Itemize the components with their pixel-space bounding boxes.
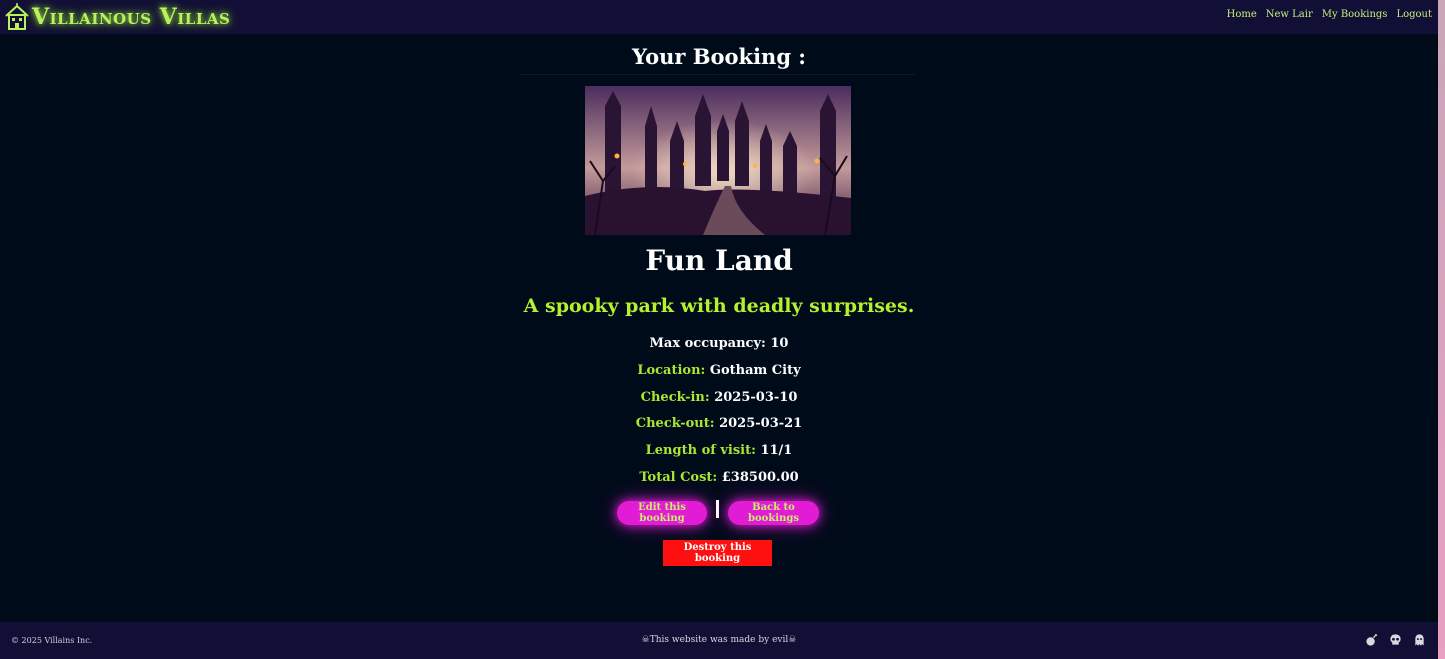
- brand-logo[interactable]: Villainous Villas: [4, 2, 230, 32]
- scrollbar[interactable]: [1438, 0, 1445, 659]
- location-label: Location:: [637, 363, 706, 378]
- ghost-icon[interactable]: [1413, 633, 1426, 647]
- checkout-value: 2025-03-21: [719, 416, 803, 431]
- spooky-castle-image: [585, 86, 851, 235]
- button-separator: [716, 500, 719, 518]
- detail-max-occupancy: Max occupancy: 10: [0, 336, 1438, 351]
- checkin-value: 2025-03-10: [714, 390, 798, 405]
- nav-logout[interactable]: Logout: [1396, 9, 1432, 20]
- nav-home[interactable]: Home: [1227, 9, 1257, 20]
- haunted-house-icon: [5, 3, 29, 30]
- navbar: Villainous Villas Home New Lair My Booki…: [0, 0, 1438, 34]
- booking-detail: Your Booking : Fun Land A spooky park wi…: [0, 34, 1438, 622]
- detail-total-cost: Total Cost: £38500.00: [0, 470, 1438, 485]
- nav-my-bookings[interactable]: My Bookings: [1322, 9, 1388, 20]
- bomb-icon[interactable]: [1365, 633, 1378, 647]
- length-label: Length of visit:: [645, 443, 756, 458]
- skull-icon[interactable]: [1389, 633, 1402, 647]
- total-label: Total Cost:: [639, 470, 718, 485]
- nav-links: Home New Lair My Bookings Logout: [1227, 9, 1432, 20]
- detail-checkout: Check-out: 2025-03-21: [0, 416, 1438, 431]
- detail-location: Location: Gotham City: [0, 363, 1438, 378]
- lair-name: Fun Land: [645, 244, 793, 277]
- page-title: Your Booking :: [631, 44, 807, 69]
- edit-booking-button[interactable]: Edit this booking: [617, 501, 707, 525]
- lair-description: A spooky park with deadly surprises.: [523, 295, 915, 317]
- footer: © 2025 Villains Inc. ☠This website was m…: [0, 622, 1438, 659]
- total-value: £38500.00: [721, 470, 799, 485]
- checkout-label: Check-out:: [635, 416, 715, 431]
- made-by-text: ☠This website was made by evil☠: [641, 635, 797, 645]
- detail-length: Length of visit: 11/1: [0, 443, 1438, 458]
- detail-checkin: Check-in: 2025-03-10: [0, 390, 1438, 405]
- length-value: 11/1: [760, 443, 793, 458]
- max-occupancy-value: 10: [770, 336, 789, 351]
- brand-name[interactable]: Villainous Villas: [32, 4, 230, 30]
- location-value: Gotham City: [709, 363, 801, 378]
- divider: [520, 74, 915, 75]
- lair-image: [585, 86, 851, 235]
- back-to-bookings-button[interactable]: Back to bookings: [728, 501, 819, 525]
- destroy-booking-button[interactable]: Destroy this booking: [663, 540, 772, 566]
- nav-new-lair[interactable]: New Lair: [1266, 9, 1313, 20]
- checkin-label: Check-in:: [640, 390, 710, 405]
- max-occupancy-label: Max occupancy:: [649, 336, 766, 351]
- footer-icons: [1365, 633, 1426, 647]
